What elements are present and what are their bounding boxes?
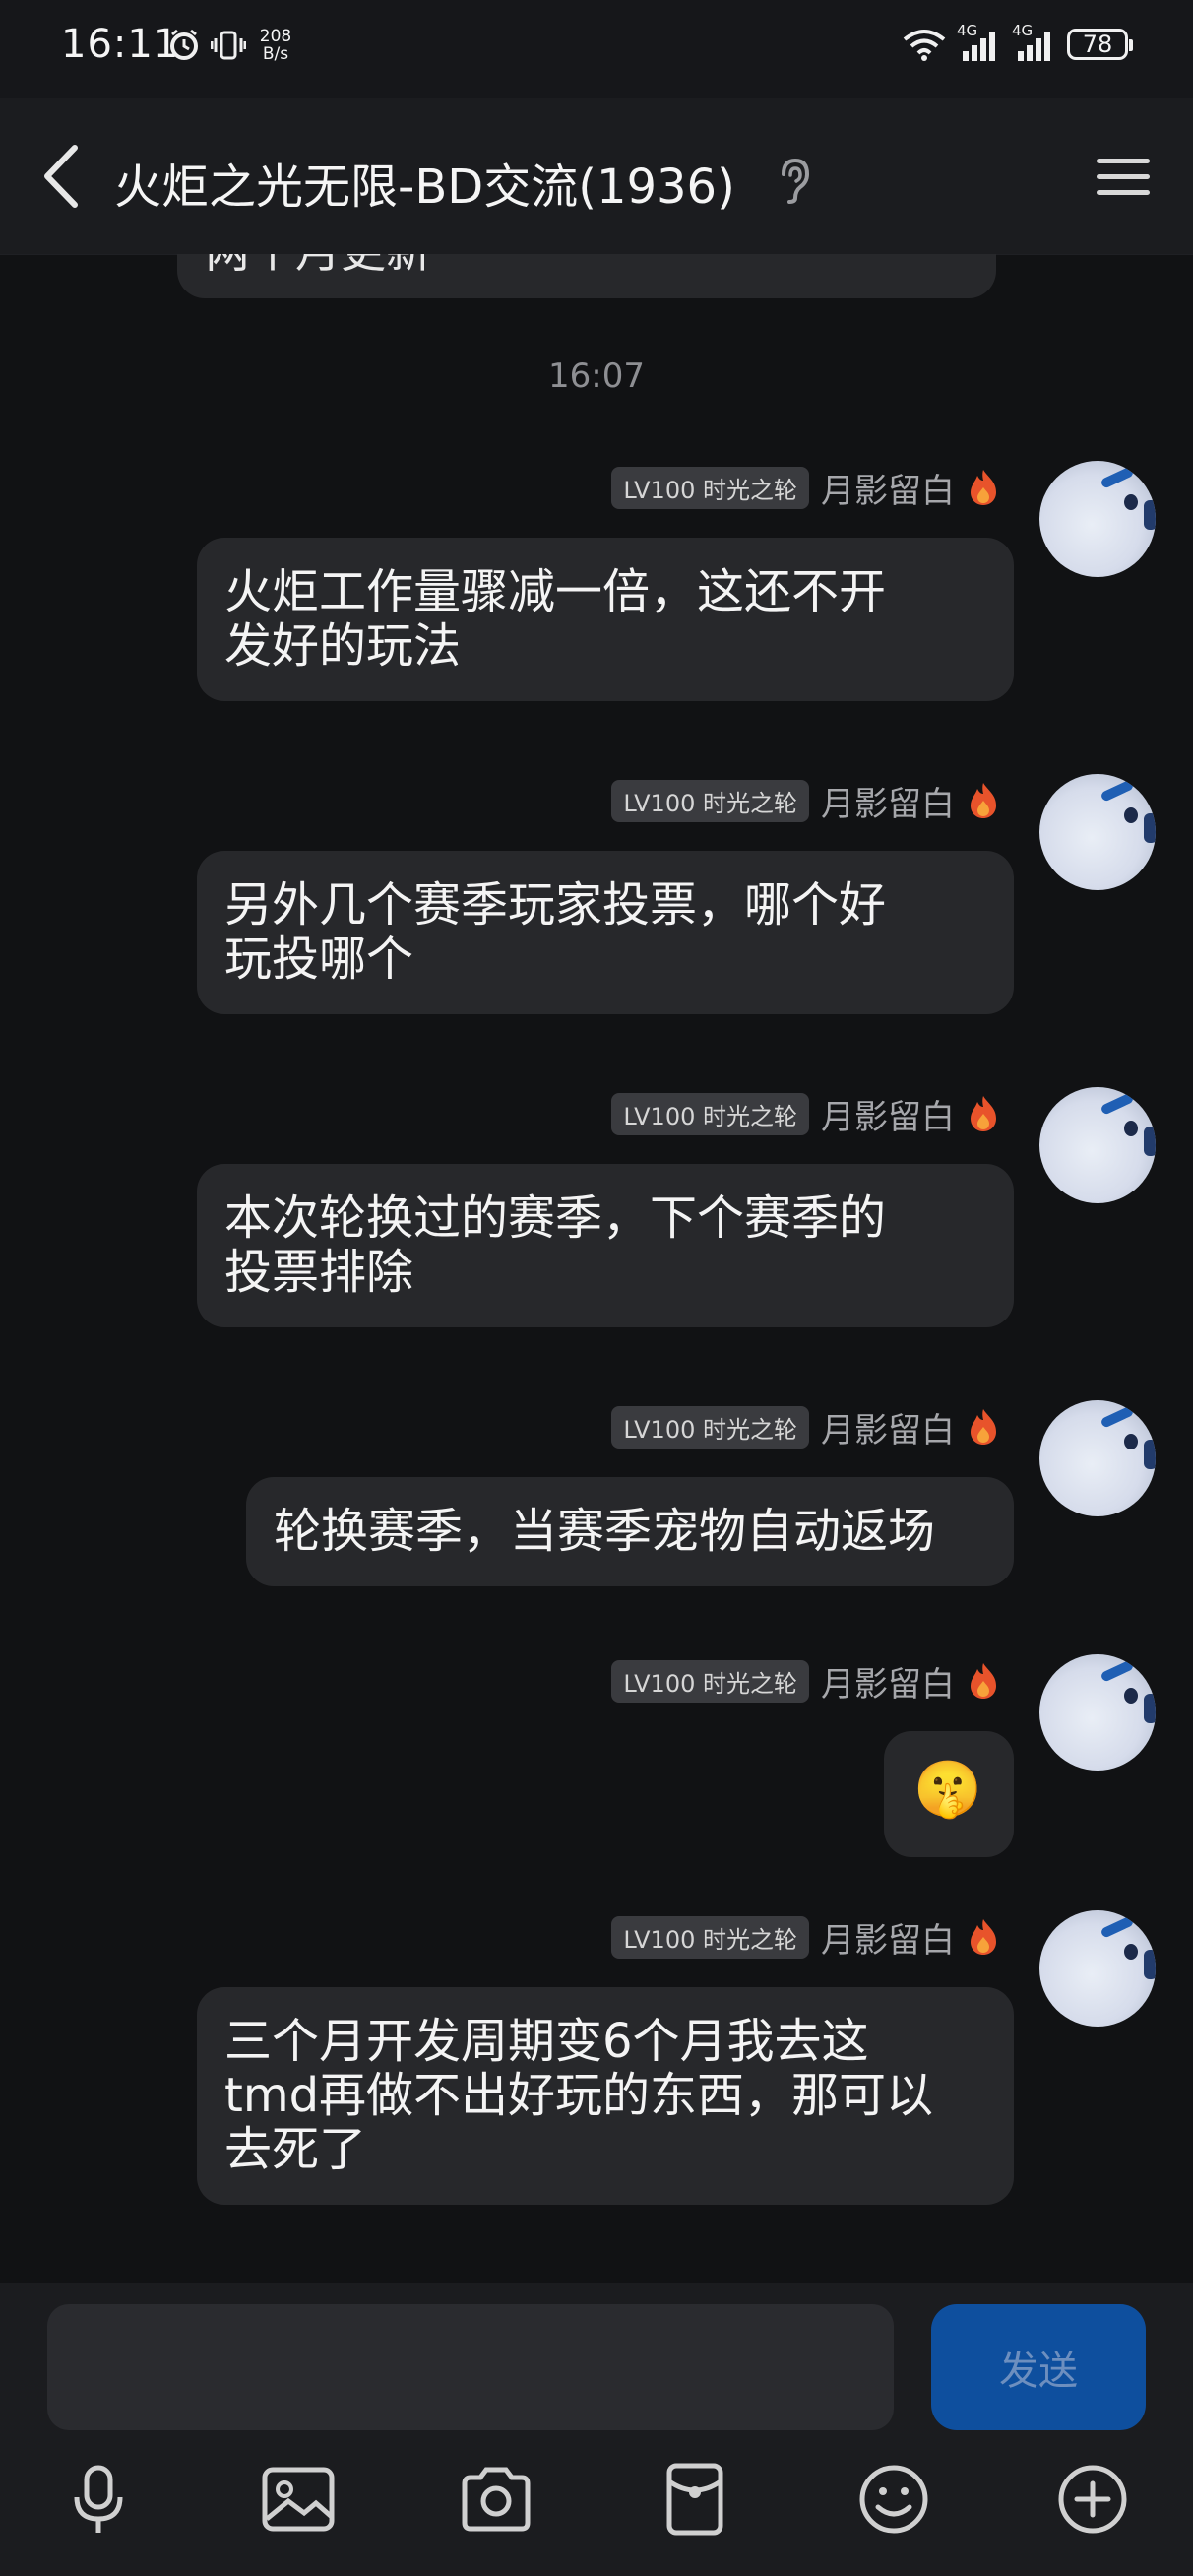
message-text-line: 投票排除 xyxy=(224,1245,414,1300)
group-title-overlay[interactable]: 火炬之光无限-BD交流(1936) xyxy=(114,148,735,217)
message-text-line: 轮换赛季，当赛季宠物自动返场 xyxy=(274,1504,936,1559)
message-bubble[interactable]: 🤫 xyxy=(884,1731,1014,1857)
shushing-face-emoji: 🤫 xyxy=(913,1758,982,1822)
message-bubble[interactable]: 另外几个赛季玩家投票，哪个好 玩投哪个 xyxy=(197,851,1014,1014)
level-badge: LV100 时光之轮 xyxy=(611,1405,809,1449)
avatar[interactable] xyxy=(1039,1910,1156,2027)
message-bubble[interactable]: 三个月开发周期变6个月我去这 tmd再做不出好玩的东西，那可以 去死了 xyxy=(197,1987,1014,2205)
sender-name[interactable]: 月影留白 xyxy=(821,464,955,512)
fire-icon xyxy=(971,1663,996,1699)
status-left-icons: 208 B/s xyxy=(167,28,295,63)
message-text-line: 另外几个赛季玩家投票，哪个好 xyxy=(224,877,887,933)
avatar[interactable] xyxy=(1039,1654,1156,1771)
back-arrow-icon[interactable] xyxy=(37,142,85,211)
cell-signal-2: 4G xyxy=(1012,22,1057,61)
message-text-line: tmd再做不出好玩的东西，那可以 xyxy=(224,2068,934,2123)
net-speed-unit: B/s xyxy=(262,44,289,64)
red-packet-icon[interactable] xyxy=(656,2460,734,2539)
message-input[interactable] xyxy=(47,2304,894,2430)
sender-name[interactable]: 月影留白 xyxy=(821,1403,955,1451)
message-text-line: 本次轮换过的赛季，下个赛季的 xyxy=(224,1191,887,1246)
avatar[interactable] xyxy=(1039,1087,1156,1203)
sender-name[interactable]: 月影留白 xyxy=(821,1657,955,1706)
message-bubble[interactable]: 本次轮换过的赛季，下个赛季的 投票排除 xyxy=(197,1164,1014,1327)
net-speed: 208 B/s xyxy=(256,28,295,63)
status-bar: 16:11 208 B/s 4G 4G 78 xyxy=(0,0,1193,98)
emoji-icon[interactable] xyxy=(854,2460,933,2539)
fire-icon xyxy=(971,470,996,505)
fire-icon xyxy=(971,1096,996,1131)
wifi-icon xyxy=(903,30,946,61)
message-text-line: 火炬工作量骤减一倍，这还不开 xyxy=(224,564,887,619)
sender-name[interactable]: 月影留白 xyxy=(821,1090,955,1138)
level-badge: LV100 时光之轮 xyxy=(611,1659,809,1703)
image-icon[interactable] xyxy=(259,2460,338,2539)
message-meta: LV100 时光之轮 月影留白 xyxy=(611,1403,1000,1451)
sender-name[interactable]: 月影留白 xyxy=(821,1913,955,1962)
message-text-line: 三个月开发周期变6个月我去这 xyxy=(224,2014,869,2069)
sender-name[interactable]: 月影留白 xyxy=(821,777,955,825)
header-overlay: 火炬之光无限-BD交流(1936) xyxy=(0,98,1193,254)
send-button[interactable]: 发送 xyxy=(931,2304,1146,2430)
vibrate-icon xyxy=(211,31,246,60)
plus-icon[interactable] xyxy=(1053,2460,1132,2539)
message-meta: LV100 时光之轮 月影留白 xyxy=(611,1913,1000,1962)
net-speed-value: 208 xyxy=(259,27,292,46)
message-text-line: 去死了 xyxy=(224,2122,367,2177)
avatar[interactable] xyxy=(1039,1400,1156,1516)
fire-icon xyxy=(971,1409,996,1445)
message-meta: LV100 时光之轮 月影留白 xyxy=(611,777,1000,825)
camera-icon[interactable] xyxy=(457,2460,535,2539)
composer-bar: 发送 xyxy=(0,2283,1193,2576)
message-text-line: 玩投哪个 xyxy=(224,932,414,987)
microphone-icon[interactable] xyxy=(59,2460,138,2539)
fire-icon xyxy=(971,783,996,818)
avatar[interactable] xyxy=(1039,461,1156,577)
chat-timestamp: 16:07 xyxy=(548,356,645,396)
signal-bars-icon xyxy=(963,32,995,61)
status-right-icons: 4G 4G 78 xyxy=(902,22,1133,61)
message-text-line: 发好的玩法 xyxy=(224,618,462,674)
message-meta: LV100 时光之轮 月影留白 xyxy=(611,464,1000,512)
fire-icon xyxy=(971,1919,996,1955)
status-time: 16:11 xyxy=(61,22,180,67)
message-bubble[interactable]: 火炬工作量骤减一倍，这还不开 发好的玩法 xyxy=(197,538,1014,701)
level-badge: LV100 时光之轮 xyxy=(611,1092,809,1135)
level-badge: LV100 时光之轮 xyxy=(611,466,809,509)
ear-mode-icon[interactable] xyxy=(774,155,813,204)
menu-icon[interactable] xyxy=(1095,156,1152,199)
level-badge: LV100 时光之轮 xyxy=(611,779,809,822)
signal-bars-icon xyxy=(1018,32,1050,61)
message-meta: LV100 时光之轮 月影留白 xyxy=(611,1090,1000,1138)
battery-indicator: 78 xyxy=(1067,29,1133,60)
level-badge: LV100 时光之轮 xyxy=(611,1915,809,1959)
alarm-icon xyxy=(170,29,198,60)
cell-signal-1: 4G xyxy=(957,22,1002,61)
message-meta: LV100 时光之轮 月影留白 xyxy=(611,1657,1000,1706)
avatar[interactable] xyxy=(1039,774,1156,890)
message-bubble[interactable]: 轮换赛季，当赛季宠物自动返场 xyxy=(246,1477,1014,1586)
